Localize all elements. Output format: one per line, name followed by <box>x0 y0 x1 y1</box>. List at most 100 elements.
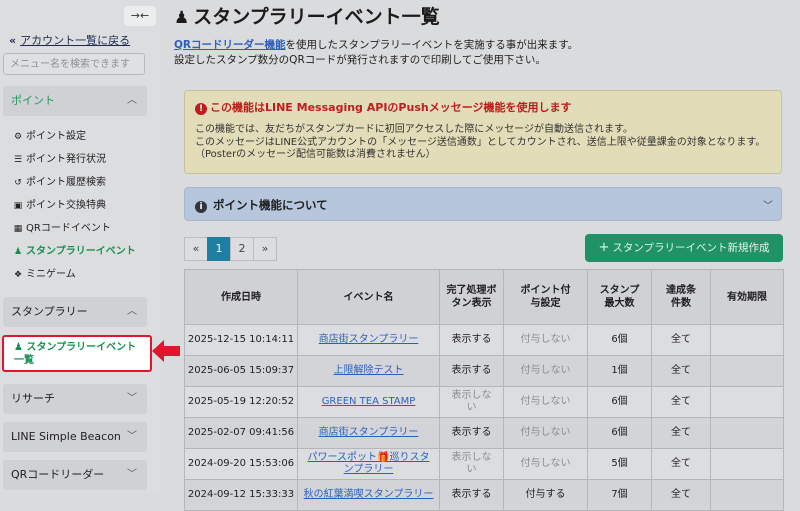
qr-reader-feature-link[interactable]: QRコードリーダー機能 <box>174 39 286 51</box>
intro-text: QRコードリーダー機能を使用したスタンプラリーイベントを実施する事が出来ます。 … <box>174 38 578 68</box>
info-circle-icon: i <box>195 201 207 213</box>
menu-search-input[interactable]: メニュー名を検索できます <box>3 53 145 75</box>
chevron-down-icon: ﹀ <box>127 393 137 404</box>
event-link[interactable]: GREEN TEA STAMP <box>322 396 416 407</box>
sidebar-section-research[interactable]: リサーチ ﹀ <box>3 384 147 414</box>
stamp-icon: ♟ <box>174 8 190 28</box>
cell-point-setting: 付与しない <box>503 324 588 356</box>
sidebar-item-point-history[interactable]: ↺ ポイント履歴検索 <box>12 173 106 188</box>
double-chevron-left-icon: « <box>9 34 17 47</box>
cell-button-display: 表示しない <box>439 386 504 418</box>
pagination-first-button[interactable]: « <box>184 237 208 261</box>
sidebar-item-point-settings[interactable]: ⚙ ポイント設定 <box>12 127 86 142</box>
sidebar-item-label: スタンプラリーイベント <box>26 246 136 257</box>
warning-line: （Posterのメッセージ配信可能数は消費されません） <box>195 149 436 160</box>
coins-icon: ☰ <box>13 155 23 165</box>
cell-point-setting: 付与しない <box>503 417 588 449</box>
chevron-down-icon: ﹀ <box>127 431 137 442</box>
col-header-created: 作成日時 <box>184 269 298 325</box>
cell-stamp-max: 5個 <box>587 448 652 480</box>
event-link[interactable]: 秋の紅葉満喫スタンプラリー <box>304 489 434 500</box>
game-icon: ❖ <box>13 270 23 280</box>
col-header-expiry: 有効期限 <box>710 269 784 325</box>
back-to-account-list-link[interactable]: «アカウント一覧に戻る <box>9 32 130 48</box>
cell-stamp-max: 1個 <box>587 355 652 387</box>
new-button-label: スタンプラリーイベント新規作成 <box>612 242 770 254</box>
stamp-icon: ♟ <box>13 247 23 257</box>
sidebar-item-label: QRコードイベント <box>26 223 111 234</box>
section-label: ポイント <box>11 94 55 107</box>
qrcode-icon: ▦ <box>13 224 23 234</box>
sidebar-item-label: スタンプラリーイベント一覧 <box>14 342 137 366</box>
chevron-down-icon: ﹀ <box>763 201 773 212</box>
warning-body: この機能では、友だちがスタンプカードに初回アクセスした際にメッセージが自動送信さ… <box>195 124 765 162</box>
col-header-condition: 達成条件数 <box>651 269 711 325</box>
cell-point-setting: 付与しない <box>503 448 588 480</box>
event-link[interactable]: 商店街スタンプラリー <box>319 427 419 438</box>
event-link[interactable]: パワースポット🎁巡りスタンプラリー <box>308 452 430 475</box>
cell-date: 2025-02-07 09:41:56 <box>184 417 298 449</box>
sidebar-section-qr-reader[interactable]: QRコードリーダー ﹀ <box>3 460 147 490</box>
accordion-title-text: ポイント機能について <box>213 198 328 212</box>
table-row: 2025-02-07 09:41:56 商店街スタンプラリー 表示する 付与しな… <box>184 417 784 449</box>
new-stamp-rally-event-button[interactable]: + スタンプラリーイベント新規作成 <box>585 234 783 262</box>
sidebar-item-label: ミニゲーム <box>26 269 76 280</box>
sidebar-section-line-beacon[interactable]: LINE Simple Beacon ﹀ <box>3 422 147 452</box>
pagination-page-1[interactable]: 1 <box>207 237 231 261</box>
cell-condition: 全て <box>651 355 711 387</box>
table-row: 2025-06-05 15:09:37 上限解除テスト 表示する 付与しない 1… <box>184 355 784 387</box>
warning-alert: ! この機能はLINE Messaging APIのPushメッセージ機能を使用し… <box>184 90 782 174</box>
cell-event-name: 商店街スタンプラリー <box>297 417 440 449</box>
col-header-point-setting: ポイント付与設定 <box>503 269 588 325</box>
sidebar-item-point-exchange[interactable]: ▣ ポイント交換特典 <box>12 196 106 211</box>
cell-event-name: 商店街スタンプラリー <box>297 324 440 356</box>
history-icon: ↺ <box>14 178 22 188</box>
sidebar-item-point-issue-status[interactable]: ☰ ポイント発行状況 <box>12 150 106 165</box>
chevron-up-icon: ︿ <box>127 306 137 317</box>
point-feature-accordion[interactable]: i ポイント機能について ﹀ <box>184 187 782 221</box>
cell-event-name: GREEN TEA STAMP <box>297 386 440 418</box>
cell-expiry <box>710 417 784 449</box>
col-header-stamp-max: スタンプ最大数 <box>587 269 652 325</box>
pagination-page-2[interactable]: 2 <box>230 237 254 261</box>
exclamation-circle-icon: ! <box>195 103 207 115</box>
cell-point-setting: 付与しない <box>503 386 588 418</box>
warning-line: この機能では、友だちがスタンプカードに初回アクセスした際にメッセージが自動送信さ… <box>195 124 633 135</box>
pagination: « 1 2 » <box>184 237 277 261</box>
stamp-icon: ♟ <box>14 342 27 353</box>
sidebar-section-point[interactable]: ポイント ︿ <box>3 86 147 116</box>
event-link[interactable]: 上限解除テスト <box>334 365 404 376</box>
section-label: LINE Simple Beacon <box>11 430 121 443</box>
cell-stamp-max: 6個 <box>587 386 652 418</box>
cell-event-name: 上限解除テスト <box>297 355 440 387</box>
cell-point-setting: 付与する <box>503 479 588 511</box>
cell-date: 2025-05-19 12:20:52 <box>184 386 298 418</box>
sidebar-item-label: ポイント交換特典 <box>26 200 106 211</box>
cell-button-display: 表示する <box>439 479 504 511</box>
warning-line: このメッセージはLINE公式アカウントの「メッセージ送信通数」としてカウントされ… <box>195 136 766 148</box>
section-label: リサーチ <box>11 392 55 405</box>
sidebar-item-mini-game[interactable]: ❖ ミニゲーム <box>12 265 76 280</box>
table-row: 2024-09-12 15:33:33 秋の紅葉満喫スタンプラリー 表示する 付… <box>184 479 784 511</box>
cell-condition: 全て <box>651 448 711 480</box>
sidebar-collapse-button[interactable]: →← <box>124 6 156 26</box>
sidebar-item-qr-event[interactable]: ▦ QRコードイベント <box>12 219 111 234</box>
cell-point-setting: 付与しない <box>503 355 588 387</box>
sidebar-item-stamp-rally-event[interactable]: ♟ スタンプラリーイベント <box>12 242 136 257</box>
event-table: 作成日時 イベント名 完了処理ボタン表示 ポイント付与設定 スタンプ最大数 達成… <box>184 269 784 511</box>
event-link[interactable]: 商店街スタンプラリー <box>319 334 419 345</box>
sidebar-item-stamp-rally-list[interactable]: ♟ スタンプラリーイベント一覧 <box>2 335 152 372</box>
cell-condition: 全て <box>651 417 711 449</box>
cell-date: 2024-09-20 15:53:06 <box>184 448 298 480</box>
pagination-last-button[interactable]: » <box>253 237 277 261</box>
gear-icon: ⚙ <box>13 132 23 142</box>
cell-event-name: 秋の紅葉満喫スタンプラリー <box>297 479 440 511</box>
sidebar-section-stamp-rally[interactable]: スタンプラリー ︿ <box>3 297 147 327</box>
chevron-up-icon: ︿ <box>127 95 137 106</box>
col-header-event-name: イベント名 <box>297 269 440 325</box>
gift-icon: ▣ <box>13 201 23 211</box>
page-title: ♟ スタンプラリーイベント一覧 <box>174 2 440 29</box>
cell-condition: 全て <box>651 479 711 511</box>
accordion-title: i ポイント機能について <box>195 197 328 213</box>
col-header-complete-button: 完了処理ボタン表示 <box>439 269 504 325</box>
